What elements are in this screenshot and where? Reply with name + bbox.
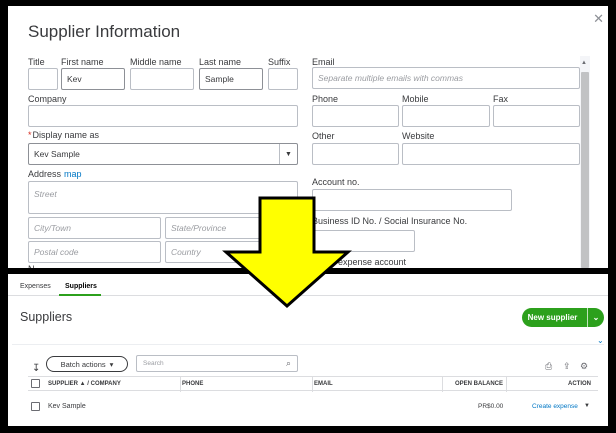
close-icon[interactable]: ✕ xyxy=(593,12,604,25)
column-divider xyxy=(180,377,181,392)
scroll-up-icon[interactable]: ▲ xyxy=(581,60,587,66)
search-input[interactable]: Search ⌕ xyxy=(136,355,298,372)
column-divider xyxy=(442,377,443,392)
open-balance: PR$0.00 xyxy=(478,403,504,410)
email-label: Email xyxy=(312,57,335,67)
page-title: Suppliers xyxy=(20,310,73,324)
last-name-label: Last name xyxy=(199,57,242,67)
caret-down-icon: ▾ xyxy=(109,359,114,369)
column-divider xyxy=(312,377,313,392)
city-field[interactable]: City/Town xyxy=(28,217,161,239)
suffix-field[interactable] xyxy=(268,68,298,90)
down-arrow-icon xyxy=(222,196,352,309)
dialog-title: Supplier Information xyxy=(28,22,181,41)
search-placeholder: Search xyxy=(143,360,164,367)
batch-actions-button[interactable]: Batch actions ▾ xyxy=(46,356,128,372)
search-icon[interactable]: ⌕ xyxy=(286,358,291,369)
required-marker: * xyxy=(28,130,32,140)
website-field[interactable] xyxy=(402,143,580,165)
caret-down-icon[interactable]: ▼ xyxy=(279,144,297,164)
company-label: Company xyxy=(28,94,67,104)
column-action: ACTION xyxy=(568,381,591,387)
batch-actions-label: Batch actions xyxy=(60,359,106,369)
new-supplier-button[interactable]: New supplier ⌄ xyxy=(522,308,604,327)
form-scrollbar[interactable]: ▲ xyxy=(580,56,590,268)
first-name-label: First name xyxy=(61,57,104,67)
address-map-link[interactable]: map xyxy=(64,169,82,179)
new-supplier-label[interactable]: New supplier xyxy=(522,313,587,322)
chevron-down-icon[interactable]: ⌄ xyxy=(588,313,604,322)
table-row[interactable]: Kev Sample PR$0.00 Create expense ▼ xyxy=(28,399,598,415)
select-all-checkbox[interactable] xyxy=(31,379,40,388)
address-label-text: Address xyxy=(28,169,62,179)
tab-suppliers[interactable]: Suppliers xyxy=(65,283,97,290)
supplier-name[interactable]: Kev Sample xyxy=(48,403,86,410)
button-divider xyxy=(587,308,588,327)
middle-name-label: Middle name xyxy=(130,57,182,67)
middle-name-field[interactable] xyxy=(130,68,194,90)
display-name-label: *Display name as xyxy=(28,130,99,140)
website-label: Website xyxy=(402,131,435,141)
fax-label: Fax xyxy=(493,94,509,104)
first-name-field[interactable]: Kev xyxy=(61,68,125,90)
arrow-shape xyxy=(222,196,352,309)
column-email[interactable]: EMAIL xyxy=(314,381,333,387)
column-divider xyxy=(506,377,507,392)
table-header: SUPPLIER ▲ / COMPANY PHONE EMAIL OPEN BA… xyxy=(28,376,598,392)
column-phone[interactable]: PHONE xyxy=(182,381,203,387)
tab-expenses[interactable]: Expenses xyxy=(20,283,51,290)
screenshot-frame: ✕ Supplier Information Title First name … xyxy=(0,0,616,433)
other-field[interactable] xyxy=(312,143,399,165)
account-no-label: Account no. xyxy=(312,177,360,187)
address-label: Address map xyxy=(28,169,82,179)
other-label: Other xyxy=(312,131,335,141)
export-icon[interactable]: ⇪ xyxy=(563,361,571,372)
mobile-field[interactable] xyxy=(402,105,490,127)
create-expense-link[interactable]: Create expense xyxy=(532,403,578,410)
scrollbar-thumb[interactable] xyxy=(581,72,589,268)
display-name-label-text: Display name as xyxy=(32,130,100,140)
email-field[interactable]: Separate multiple emails with commas xyxy=(312,67,580,89)
suffix-label: Suffix xyxy=(268,57,291,67)
sort-icon[interactable]: ↧ xyxy=(32,363,40,374)
title-field[interactable] xyxy=(28,68,58,90)
active-tab-indicator xyxy=(59,294,101,296)
gear-icon[interactable]: ⚙ xyxy=(580,361,588,372)
title-label: Title xyxy=(28,57,45,67)
print-icon[interactable]: ⎙ xyxy=(545,361,552,372)
notes-label: N xyxy=(28,264,35,268)
mobile-label: Mobile xyxy=(402,94,429,104)
phone-field[interactable] xyxy=(312,105,399,127)
postal-code-field[interactable]: Postal code xyxy=(28,241,161,263)
column-open-balance[interactable]: OPEN BALANCE xyxy=(455,381,503,387)
display-name-value: Kev Sample xyxy=(34,149,80,159)
last-name-field[interactable]: Sample xyxy=(199,68,263,90)
fax-field[interactable] xyxy=(493,105,580,127)
phone-label: Phone xyxy=(312,94,339,104)
display-name-combobox[interactable]: Kev Sample ▼ xyxy=(28,143,298,165)
caret-down-icon[interactable]: ▼ xyxy=(584,403,590,409)
company-field[interactable] xyxy=(28,105,298,127)
column-supplier[interactable]: SUPPLIER ▲ / COMPANY xyxy=(48,381,121,387)
row-checkbox[interactable] xyxy=(31,402,40,411)
